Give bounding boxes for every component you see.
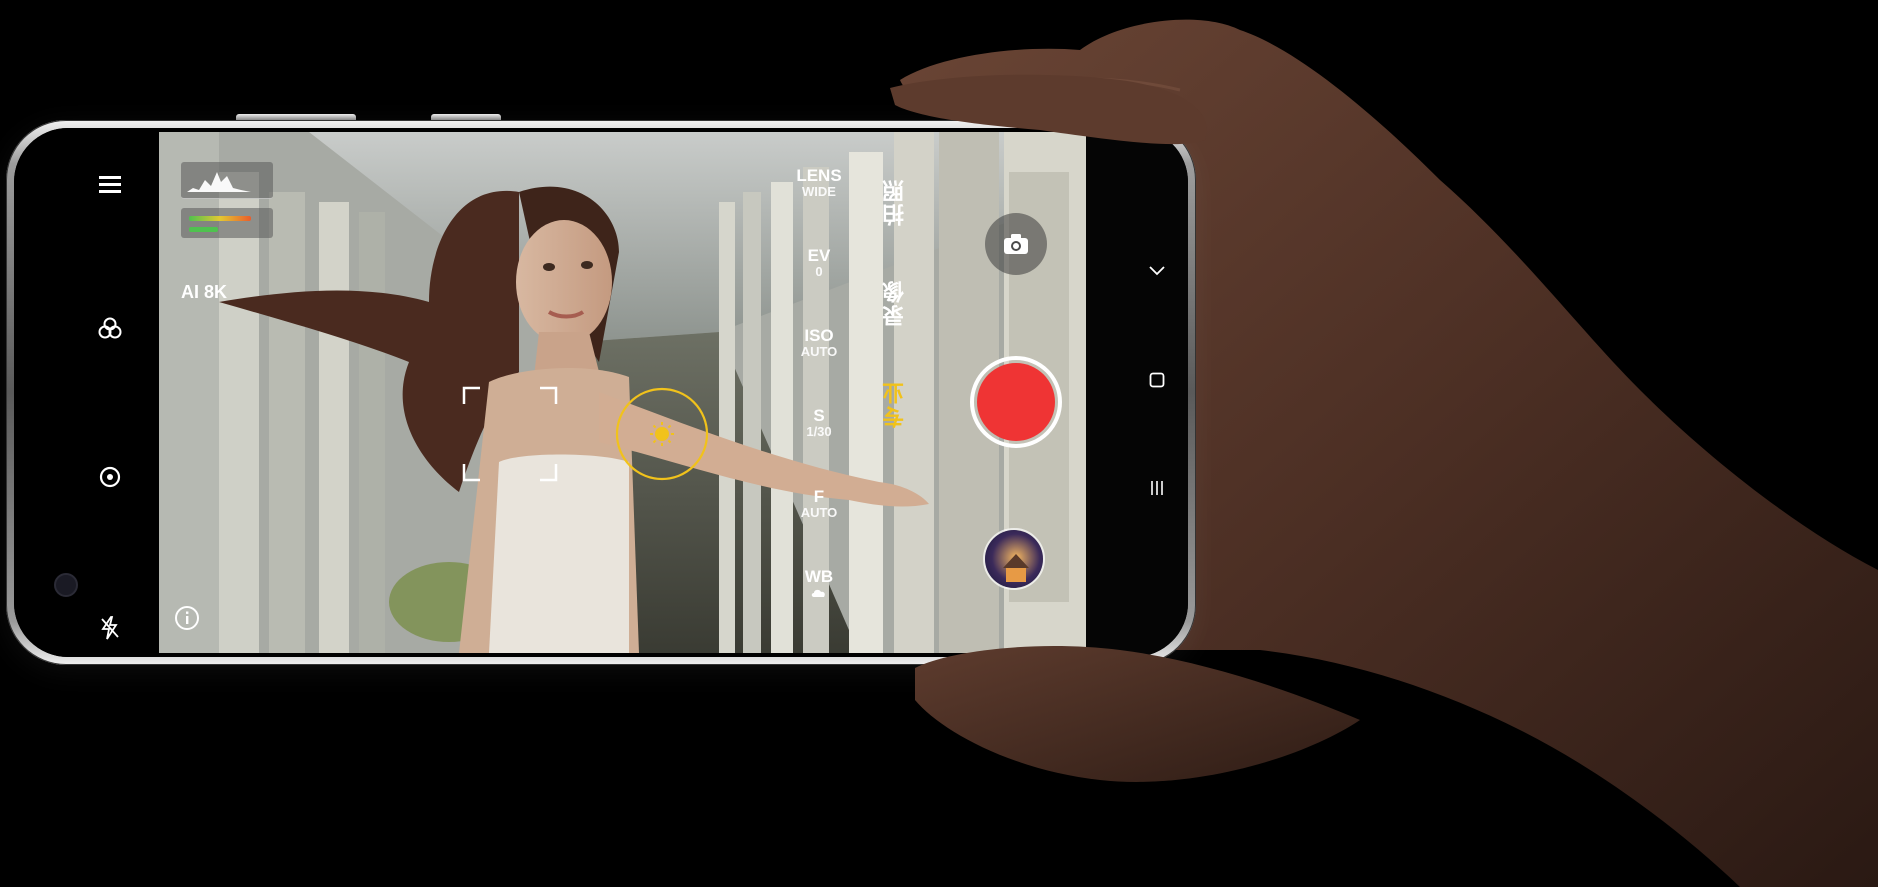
- setting-key: S: [813, 406, 825, 425]
- menu-icon[interactable]: [92, 166, 128, 202]
- setting-key: ISO: [804, 326, 834, 345]
- record-button-fill: [977, 363, 1055, 441]
- level-meter: [181, 208, 273, 238]
- flash-off-icon[interactable]: [92, 610, 128, 646]
- screen: AI 8K LENS WIDE EV 0 ISO AUTO S 1/30 F A…: [14, 128, 1188, 657]
- record-button[interactable]: [970, 356, 1062, 448]
- navigation-bar: [1086, 128, 1188, 657]
- setting-aperture[interactable]: F AUTO: [784, 488, 854, 519]
- product-scene: AI 8K LENS WIDE EV 0 ISO AUTO S 1/30 F A…: [0, 0, 1878, 887]
- mode-pro[interactable]: 专业: [879, 380, 911, 428]
- recents-icon[interactable]: [1142, 473, 1172, 503]
- power-button: [431, 114, 501, 120]
- home-icon[interactable]: [1142, 365, 1172, 395]
- setting-key: WB: [804, 567, 834, 586]
- sun-icon: [650, 422, 674, 446]
- volume-button: [236, 114, 356, 120]
- setting-key: LENS: [796, 166, 842, 185]
- setting-value: 0: [815, 263, 823, 279]
- mode-photo[interactable]: 拍照: [879, 178, 911, 226]
- cloudy-icon: [811, 589, 825, 597]
- setting-shutter[interactable]: S 1/30: [784, 407, 854, 438]
- setting-value: WIDE: [802, 183, 836, 199]
- phone-body: AI 8K LENS WIDE EV 0 ISO AUTO S 1/30 F A…: [6, 114, 1196, 665]
- back-icon[interactable]: [1142, 256, 1172, 286]
- gallery-thumbnail[interactable]: [983, 528, 1045, 590]
- setting-ev[interactable]: EV 0: [784, 247, 854, 278]
- setting-value: AUTO: [800, 504, 838, 520]
- setting-key: F: [813, 487, 825, 506]
- setting-iso[interactable]: ISO AUTO: [784, 327, 854, 358]
- setting-value: AUTO: [800, 343, 838, 359]
- switch-to-photo-button[interactable]: [985, 213, 1047, 275]
- filters-icon[interactable]: [92, 310, 128, 346]
- level-bar-top: [189, 216, 252, 221]
- resolution-badge[interactable]: AI 8K: [181, 282, 227, 303]
- level-bar-bottom: [189, 227, 218, 232]
- camera-viewfinder[interactable]: AI 8K LENS WIDE EV 0 ISO AUTO S 1/30 F A…: [159, 132, 1086, 653]
- setting-wb[interactable]: WB: [784, 568, 854, 598]
- info-icon[interactable]: [171, 602, 203, 634]
- mode-video[interactable]: 录像: [879, 279, 911, 327]
- left-toolbar: [14, 128, 159, 657]
- focus-frame: [462, 386, 558, 482]
- focus-mode-icon[interactable]: [92, 459, 128, 495]
- setting-value: 1/30: [806, 423, 832, 439]
- front-camera: [54, 573, 78, 597]
- camera-icon: [1004, 234, 1028, 254]
- exposure-ring[interactable]: [614, 386, 710, 482]
- histogram: [181, 162, 273, 199]
- setting-key: EV: [807, 246, 831, 265]
- setting-lens[interactable]: LENS WIDE: [784, 167, 854, 198]
